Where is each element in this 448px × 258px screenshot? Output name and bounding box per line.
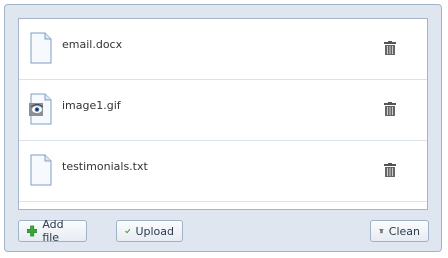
file-upload-panel: email.docx image1.gif testimonials.txt A… xyxy=(4,4,442,252)
clean-button[interactable]: Clean xyxy=(370,220,429,242)
file-list: email.docx image1.gif testimonials.txt xyxy=(18,18,428,210)
upload-button[interactable]: Upload xyxy=(116,220,183,242)
clean-label: Clean xyxy=(388,224,420,238)
file-name: image1.gif xyxy=(62,99,121,112)
upload-label: Upload xyxy=(135,224,174,238)
file-row: image1.gif xyxy=(19,80,427,141)
image-file-icon xyxy=(29,93,52,125)
trash-icon xyxy=(384,41,396,55)
add-file-button[interactable]: Add file xyxy=(18,218,87,244)
delete-file-button[interactable] xyxy=(379,98,401,120)
file-row: testimonials.txt xyxy=(19,141,427,202)
delete-file-button[interactable] xyxy=(379,159,401,181)
trash-icon xyxy=(379,229,384,234)
file-name: testimonials.txt xyxy=(62,160,148,173)
document-icon xyxy=(30,154,52,186)
checkmark-icon xyxy=(125,228,131,234)
trash-icon xyxy=(384,163,396,177)
delete-file-button[interactable] xyxy=(379,37,401,59)
file-name: email.docx xyxy=(62,38,123,51)
trash-icon xyxy=(384,102,396,116)
document-icon xyxy=(30,32,52,64)
plus-icon xyxy=(27,225,38,237)
file-row: email.docx xyxy=(19,19,427,80)
add-file-label: Add file xyxy=(42,218,64,244)
